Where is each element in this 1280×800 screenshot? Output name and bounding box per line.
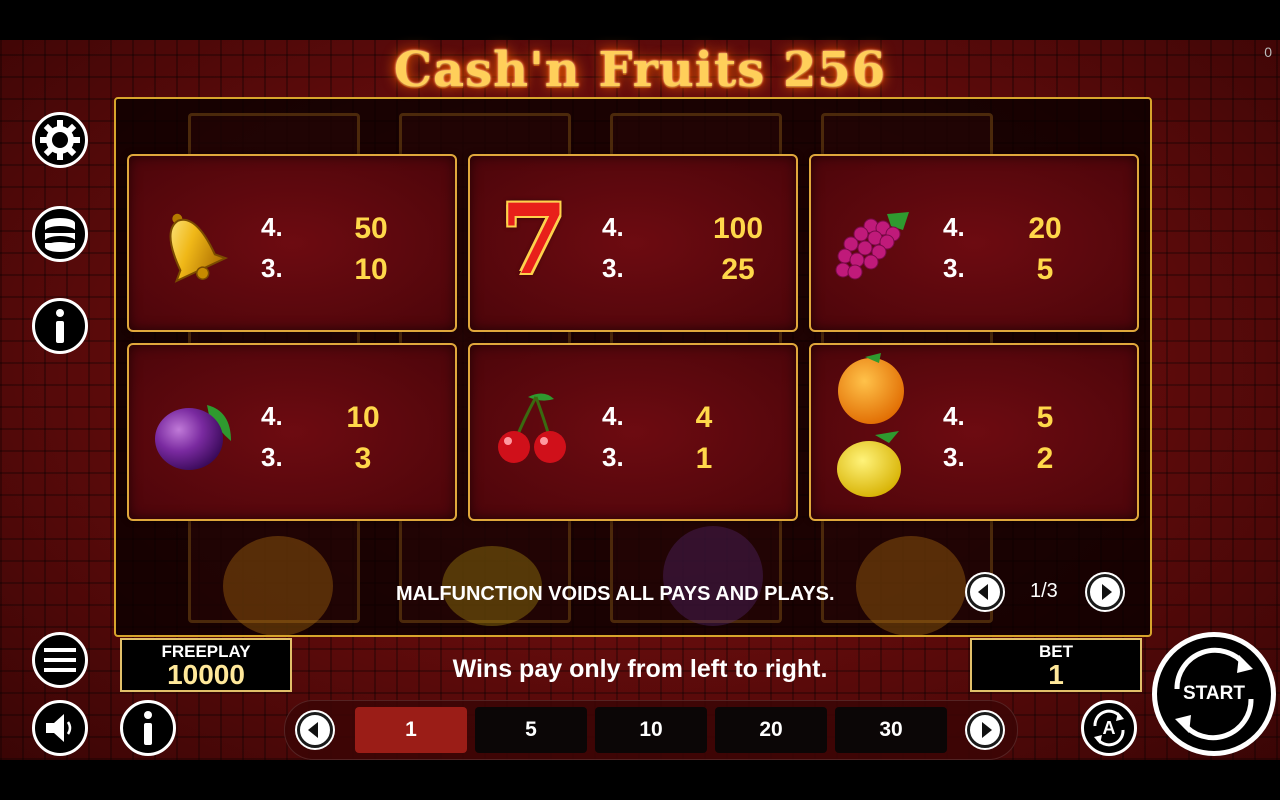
pay-count: 3. — [602, 253, 624, 283]
pay-count: 4. — [261, 401, 283, 431]
info-icon — [144, 711, 152, 745]
bell-icon — [169, 213, 229, 283]
info-icon — [56, 309, 64, 343]
pay-value: 25 — [721, 253, 755, 286]
arrow-left-icon — [978, 584, 988, 600]
pay-count: 3. — [261, 253, 283, 283]
pay-value: 100 — [712, 212, 764, 245]
pay-count: 4. — [261, 212, 283, 242]
info-button-bottom[interactable] — [120, 700, 176, 756]
paytable-card-grapes: 4. 20 3. 5 — [809, 154, 1139, 332]
bet-option[interactable]: 20 — [715, 707, 827, 753]
autoplay-button[interactable]: A — [1081, 700, 1137, 756]
pay-count: 3. — [943, 253, 965, 283]
pay-count: 3. — [261, 442, 283, 472]
settings-button[interactable] — [32, 112, 88, 168]
bet-prev-button[interactable] — [297, 712, 333, 748]
arrow-right-icon — [982, 722, 992, 738]
ghost-orange-icon — [223, 536, 333, 635]
next-page-button[interactable] — [1087, 574, 1123, 610]
pay-value: 1 — [695, 442, 713, 475]
grapes-icon — [835, 212, 909, 280]
info-button-side[interactable] — [32, 298, 88, 354]
pay-count: 4. — [602, 401, 624, 431]
orange-lemon-icon — [837, 353, 904, 497]
seven-icon: 7 — [500, 183, 568, 296]
start-button[interactable]: START — [1152, 632, 1276, 756]
pay-value: 2 — [1036, 442, 1054, 475]
paytable-card-orange-lemon: 4. 5 3. 2 — [809, 343, 1139, 521]
gear-icon — [40, 120, 80, 160]
pay-value: 10 — [354, 253, 388, 286]
pay-value: 50 — [354, 212, 388, 245]
pay-value: 3 — [354, 442, 372, 475]
bet-option[interactable]: 10 — [595, 707, 707, 753]
bet-selector: 1 5 10 20 30 — [284, 700, 1018, 760]
plum-icon — [155, 405, 231, 470]
pay-count: 4. — [943, 212, 965, 242]
pay-count: 3. — [943, 442, 965, 472]
malfunction-notice: MALFUNCTION VOIDS ALL PAYS AND PLAYS. — [396, 583, 835, 605]
sound-button[interactable] — [32, 700, 88, 756]
bet-option[interactable]: 1 — [355, 707, 467, 753]
wins-info-text: Wins pay only from left to right. — [452, 655, 828, 683]
bet-next-button[interactable] — [967, 712, 1003, 748]
prev-page-button[interactable] — [967, 574, 1003, 610]
autoplay-label: A — [1102, 717, 1116, 738]
pay-count: 4. — [943, 401, 965, 431]
ghost-plum-icon — [663, 526, 763, 626]
coins-button[interactable] — [32, 206, 88, 262]
bet-option[interactable]: 5 — [475, 707, 587, 753]
pay-count: 3. — [602, 442, 624, 472]
page-indicator: 1/3 — [1030, 580, 1058, 602]
ghost-orange-icon — [856, 536, 966, 635]
cherry-icon — [498, 393, 566, 463]
pay-value: 20 — [1028, 212, 1062, 245]
start-label: START — [1183, 683, 1245, 704]
paytable-card-bell: 4. 50 3. 10 — [127, 154, 457, 332]
speaker-icon — [46, 714, 72, 742]
paytable-card-plum: 4. 10 3. 3 — [127, 343, 457, 521]
paytable-card-seven: 7 4. 100 3. 25 — [468, 154, 798, 332]
arrow-left-icon — [308, 722, 318, 738]
pay-value: 10 — [346, 401, 380, 434]
paytable-card-cherry: 4. 4 3. 1 — [468, 343, 798, 521]
pay-value: 5 — [1036, 253, 1054, 286]
arrow-right-icon — [1102, 584, 1112, 600]
coins-stack-icon — [45, 218, 75, 252]
game-title: Cash'n Fruits 256 — [393, 42, 887, 98]
pay-count: 4. — [602, 212, 624, 242]
pay-value: 5 — [1036, 401, 1054, 434]
pay-value: 4 — [695, 401, 713, 434]
bet-option[interactable]: 30 — [835, 707, 947, 753]
